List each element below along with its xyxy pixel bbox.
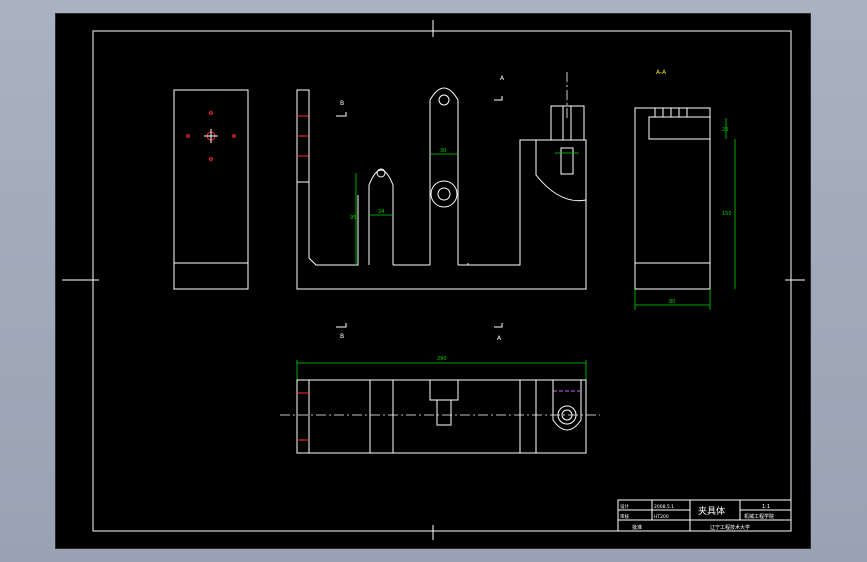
school-name: 辽宁工程技术大学 [710,524,750,531]
fixture-drawing: 95 24 30 B A B A A-A 20 150 80 290 设计 20… [62,20,805,540]
drawing-number: 机械工程学院 [744,513,774,520]
right-side-view: 20 150 80 [634,107,736,310]
section-mark-b-top: B [340,100,344,107]
dim-label-arm: 30 [440,148,446,154]
title-block-drawn: 设计 [620,503,629,510]
title-block: 设计 2008.5.1 审核 HT200 批准 夹具体 1:1 机械工程学院 辽… [617,499,792,532]
cad-viewport[interactable]: 95 24 30 B A B A A-A 20 150 80 290 设计 20… [0,0,867,562]
section-mark-a-bottom: A [497,335,502,342]
dim-label-lug: 24 [378,209,384,215]
front-view: 95 24 30 B A B A A-A [296,69,667,342]
drawing-scale: 1:1 [762,504,770,510]
drawing-border [62,20,805,540]
dim-label-length: 290 [437,356,447,362]
part-title: 夹具体 [698,505,725,517]
left-side-view [173,89,249,290]
section-mark-a-top: A [500,75,505,82]
title-block-date: 2008.5.1 [654,504,674,510]
dim-label-height: 95 [350,215,356,221]
dim-label-side-top: 20 [722,127,728,133]
dim-label-side-height: 150 [722,211,732,217]
plan-view: 290 [280,356,600,454]
title-block-approved: 批准 [632,524,642,531]
title-block-material: HT200 [654,514,669,520]
title-block-checked: 审核 [620,513,629,520]
view-label-a: A-A [656,69,667,76]
section-mark-b-bottom: B [340,333,344,340]
dim-label-side-width: 80 [669,299,675,305]
